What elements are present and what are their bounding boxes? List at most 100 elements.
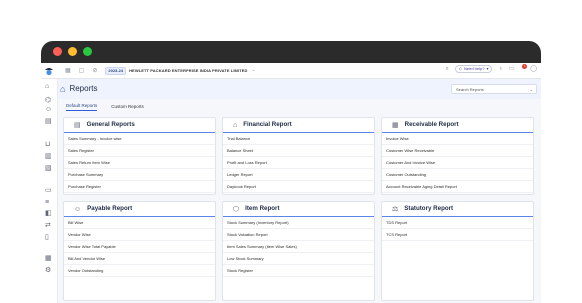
app-window-frame: ▦ ▢ ⊘ 2023-24 HEWLETT PACKARD ENTERPRISE… <box>41 41 541 303</box>
app-screen: ▦ ▢ ⊘ 2023-24 HEWLETT PACKARD ENTERPRISE… <box>41 63 541 303</box>
card-header: ▤ General Reports <box>64 118 215 133</box>
report-link[interactable]: Customer And Invoice Wise <box>382 157 533 169</box>
chat-icon[interactable]: ▭ <box>509 66 515 72</box>
report-link[interactable]: Stock Summary (Inventory Report) <box>223 217 374 229</box>
report-link[interactable]: Purchase Summary <box>64 169 215 181</box>
report-link[interactable]: Balance Sheet <box>223 145 374 157</box>
report-link[interactable]: Bill And Vendor Wise <box>64 253 215 265</box>
search-icon[interactable]: ⌕ <box>446 66 449 72</box>
report-link[interactable]: Vendor Outstanding <box>64 265 215 277</box>
report-link[interactable]: Purchase Register <box>64 181 215 193</box>
dashboard-icon[interactable]: ⌂ <box>45 83 49 90</box>
topbar-tools: ⌕ ◇ Need help? ▾ ♁ ▭ ◔ 1 ◯ <box>446 64 537 73</box>
top-bar: ▦ ▢ ⊘ 2023-24 HEWLETT PACKARD ENTERPRISE… <box>41 63 541 79</box>
chevron-down-icon: ▾ <box>486 66 489 71</box>
page-title: Reports <box>69 84 98 93</box>
help-icon: ◇ <box>458 66 462 71</box>
report-link[interactable]: Stock Register <box>223 265 374 277</box>
card-header: ▦ Receivable Report <box>382 118 533 133</box>
cart-icon[interactable]: ⊔ <box>45 141 50 148</box>
report-link[interactable]: Trial Balance <box>223 133 374 145</box>
report-link[interactable]: Account Receivable Aging Detail Report <box>382 181 533 193</box>
tab-default-reports[interactable]: Default Reports <box>66 103 98 111</box>
accounts-icon[interactable]: ▤ <box>45 118 52 125</box>
link-icon[interactable]: ⊘ <box>92 68 97 74</box>
ledger-icon: ▦ <box>392 121 399 129</box>
document-icon[interactable]: ▢ <box>79 68 85 74</box>
database-icon[interactable]: ≡ <box>45 199 49 206</box>
close-window-button[interactable] <box>53 47 62 56</box>
chevron-down-icon: ⌄ <box>529 86 533 92</box>
report-link[interactable]: Sales Summary - Invoice wise <box>64 133 215 145</box>
financial-year-badge[interactable]: 2023-24 <box>105 66 127 75</box>
bank-icon: ⌂ <box>233 121 238 129</box>
card-payable-report: ☺ Payable Report Bill Wise Vendor Wise V… <box>63 201 216 301</box>
report-link[interactable]: Low Stock Summary <box>223 253 374 265</box>
card-general-reports: ▤ General Reports Sales Summary - Invoic… <box>63 117 216 195</box>
home-icon[interactable]: ⌂ <box>60 84 65 94</box>
page-header: ⌂ Reports Search Reports ⌄ <box>58 79 541 99</box>
search-reports-dropdown[interactable]: Search Reports ⌄ <box>451 84 537 94</box>
report-link[interactable]: Customer Wise Receivable <box>382 145 533 157</box>
transfer-icon[interactable]: ⇄ <box>45 222 51 229</box>
report-link[interactable]: Sales Register <box>64 145 215 157</box>
app-logo-icon <box>45 67 53 75</box>
card-receivable-report: ▦ Receivable Report Invoice Wise Custome… <box>381 117 534 195</box>
main-content: ⌂ Reports Search Reports ⌄ Default Repor… <box>58 79 541 303</box>
report-link[interactable]: Bill Wise <box>64 217 215 229</box>
card-item-report: ⬡ Item Report Stock Summary (Inventory R… <box>222 201 375 301</box>
box-icon: ⬡ <box>233 205 240 213</box>
need-help-label: Need help? <box>464 66 485 71</box>
reports-chart-icon[interactable]: ▧ <box>45 165 52 172</box>
search-reports-label: Search Reports <box>456 86 484 92</box>
user-icon: ☺ <box>74 205 82 213</box>
report-link[interactable]: Profit and Loss Report <box>223 157 374 169</box>
document-icon: ▤ <box>74 121 81 129</box>
minimize-window-button[interactable] <box>68 47 77 56</box>
card-title: General Reports <box>86 120 135 128</box>
report-link[interactable]: Vendor Wise <box>64 229 215 241</box>
bag-icon[interactable]: ▥ <box>45 153 52 160</box>
user-avatar-icon[interactable]: ◯ <box>530 66 537 72</box>
card-header: ⬡ Item Report <box>223 202 374 217</box>
report-link[interactable]: Invoice Wise <box>382 133 533 145</box>
report-link[interactable]: Stock Valuation Report <box>223 229 374 241</box>
bulb-icon[interactable]: ♁ <box>498 66 503 72</box>
need-help-button[interactable]: ◇ Need help? ▾ <box>454 65 493 73</box>
calendar-icon[interactable]: ▦ <box>45 255 52 262</box>
settings-icon[interactable]: ⚙ <box>45 267 51 274</box>
report-tabs: Default Reports Custom Reports <box>58 99 541 111</box>
report-link[interactable]: Item Sales Summary (Item Wise Sales) <box>223 241 374 253</box>
card-financial-report: ⌂ Financial Report Trial Balance Balance… <box>222 117 375 195</box>
card-statutory-report: ⚖ Statutory Report TDS Report TCS Report <box>381 201 534 301</box>
sidebar: ⌂ ⌬ ☺ ▤ ⊔ ▥ ▧ ▭ ≡ ◧ ⇄ ▯ ▦ ⚙ <box>41 79 58 303</box>
bank-icon[interactable]: ⌬ <box>45 97 51 104</box>
report-link[interactable]: TDS Report <box>382 217 533 229</box>
card-title: Item Report <box>245 204 280 212</box>
monitor-icon[interactable]: ▭ <box>45 187 52 194</box>
company-name[interactable]: HEWLETT PACKARD ENTERPRISE INDIA PRIVATE… <box>129 68 247 73</box>
notification-bell-icon[interactable]: ◔ 1 <box>521 64 528 72</box>
maximize-window-button[interactable] <box>83 47 92 56</box>
report-link[interactable]: TCS Report <box>382 229 533 241</box>
window-controls <box>53 47 92 56</box>
card-header: ⚖ Statutory Report <box>382 202 533 217</box>
notification-count-badge: 1 <box>522 64 528 69</box>
tab-custom-reports[interactable]: Custom Reports <box>111 104 144 112</box>
report-link[interactable]: Daybook Report <box>223 181 374 193</box>
card-header: ☺ Payable Report <box>64 202 215 217</box>
home-grid-icon[interactable]: ▦ <box>65 68 71 74</box>
scale-icon: ⚖ <box>392 205 399 213</box>
bookmark-icon[interactable]: ▯ <box>45 234 49 241</box>
report-link[interactable]: Vendor Wise Total Payable <box>64 241 215 253</box>
card-title: Payable Report <box>87 204 133 212</box>
app-logo[interactable] <box>41 63 57 79</box>
card-header: ⌂ Financial Report <box>223 118 374 133</box>
report-link[interactable]: Sales Return Item Wise <box>64 157 215 169</box>
chevron-down-icon[interactable]: ⌄ <box>252 68 256 73</box>
report-link[interactable]: Ledger Report <box>223 169 374 181</box>
contacts-icon[interactable]: ☺ <box>45 106 52 113</box>
report-link[interactable]: Customer Outstanding <box>382 169 533 181</box>
card-title: Statutory Report <box>404 204 454 212</box>
ledger-icon[interactable]: ◧ <box>45 210 52 217</box>
